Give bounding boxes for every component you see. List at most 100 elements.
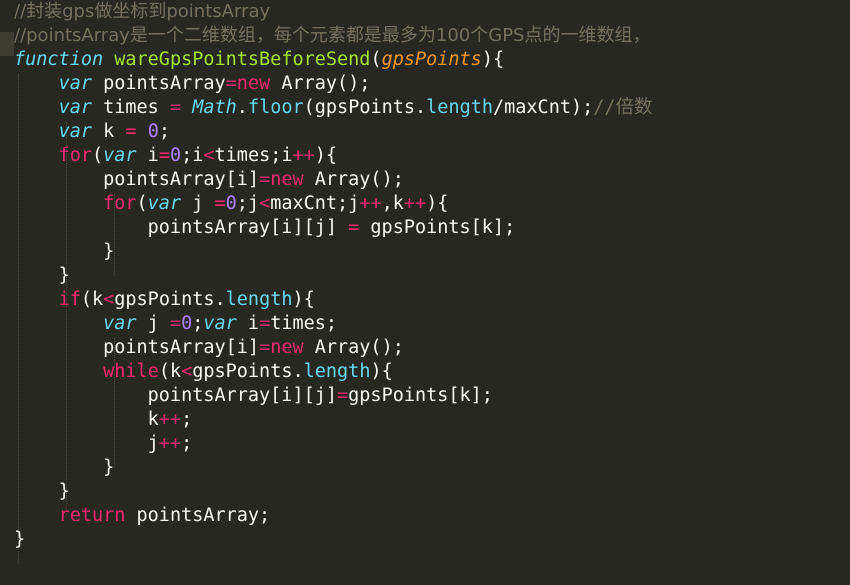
code-token-op: < [259, 193, 271, 214]
code-token-comment: //封装gps做坐标到pointsArray [14, 1, 271, 22]
code-line[interactable]: } [14, 240, 850, 264]
code-token-op: = [169, 97, 182, 118]
code-token-storage: var [103, 313, 137, 334]
code-token-keyword: for [58, 145, 92, 166]
code-token-plain: times [91, 97, 170, 118]
code-token-plain: k [91, 121, 126, 142]
code-token-plain: times;i [214, 145, 293, 166]
code-line[interactable]: while(k<gpsPoints.length){ [14, 360, 850, 384]
code-line[interactable]: j++; [14, 432, 850, 456]
code-token-number: 0 [147, 121, 159, 142]
code-token-op: = [337, 385, 349, 406]
code-token-prop: length [225, 289, 293, 310]
code-token-plain: pointsArray[i] [103, 337, 260, 358]
code-token-number: 0 [181, 313, 193, 334]
code-token-op: = [214, 193, 226, 214]
code-token-plain: . [236, 97, 248, 118]
code-token-op: = [259, 313, 271, 334]
code-line[interactable]: } [14, 456, 850, 480]
editor-gutter[interactable] [0, 0, 14, 585]
gutter-line-marker[interactable] [0, 32, 14, 56]
code-token-plain: } [103, 457, 115, 478]
code-line[interactable]: var j =0;var i=times; [14, 312, 850, 336]
code-line[interactable]: if(k<gpsPoints.length){ [14, 288, 850, 312]
code-line[interactable]: var k = 0; [14, 120, 850, 144]
code-line[interactable]: var times = Math.floor(gpsPoints.length/… [14, 96, 850, 120]
code-token-entity: wareGpsPointsBeforeSend [114, 49, 371, 70]
code-token-storage: var [58, 73, 92, 94]
code-token-op: ++ [403, 193, 427, 214]
code-token-plain: gpsPoints[k]; [348, 385, 493, 406]
code-line[interactable]: } [14, 480, 850, 504]
code-token-op: = [225, 73, 237, 94]
code-token-plain: gpsPoints. [192, 361, 304, 382]
code-token-plain: ;j [236, 193, 260, 214]
code-token-plain: times; [270, 313, 338, 334]
code-line[interactable]: } [14, 264, 850, 288]
code-line[interactable]: //pointsArray是一个二维数组，每个元素都是最多为100个GPS点的一… [14, 24, 850, 48]
code-token-plain: ;i [181, 145, 204, 166]
code-token-plain: ( [91, 145, 104, 166]
code-token-op: < [103, 289, 115, 310]
code-line[interactable]: pointsArray[i]=new Array(); [14, 336, 850, 360]
code-line[interactable]: //封装gps做坐标到pointsArray [14, 0, 850, 24]
source-code-block[interactable]: //封装gps做坐标到pointsArray //pointsArray是一个二维… [14, 0, 850, 552]
code-token-plain: j [136, 313, 170, 334]
code-token-plain: (k [80, 289, 104, 310]
code-token-plain: Array(); [303, 169, 404, 190]
code-token-plain: pointsArray[i][j] [147, 217, 349, 238]
code-line[interactable]: return pointsArray; [14, 504, 850, 528]
code-token-plain: pointsArray[i][j] [147, 385, 338, 406]
code-token-op: = [348, 217, 360, 238]
code-token-keyword: for [103, 193, 137, 214]
code-token-keyword: new [236, 73, 271, 94]
code-line[interactable]: for(var j =0;j<maxCnt;j++,k++){ [14, 192, 850, 216]
code-line[interactable]: } [14, 528, 850, 552]
code-token-plain: } [58, 481, 70, 502]
code-token-op: = [158, 145, 170, 166]
code-token-plain: ; [181, 409, 193, 430]
code-line[interactable]: k++; [14, 408, 850, 432]
code-token-plain: ; [192, 313, 204, 334]
code-line[interactable]: var pointsArray=new Array(); [14, 72, 850, 96]
code-token-prop: length [426, 97, 493, 118]
code-token-storage: var [147, 193, 182, 214]
code-line[interactable]: pointsArray[i][j] = gpsPoints[k]; [14, 216, 850, 240]
code-token-plain: maxCnt;j [270, 193, 360, 214]
code-line[interactable]: function wareGpsPointsBeforeSend(gpsPoin… [14, 48, 850, 72]
code-token-param: gpsPoints [381, 49, 482, 70]
code-token-op: ++ [158, 433, 182, 454]
code-token-plain: } [103, 241, 115, 262]
code-token-plain: pointsArray; [125, 505, 271, 526]
code-token-op: ++ [292, 145, 315, 166]
code-line[interactable]: pointsArray[i][j]=gpsPoints[k]; [14, 384, 850, 408]
code-token-plain: ){ [481, 49, 505, 70]
code-token-op: = [125, 121, 137, 142]
code-token-op: = [169, 313, 182, 334]
code-editor-viewport[interactable]: //封装gps做坐标到pointsArray //pointsArray是一个二维… [0, 0, 850, 585]
code-token-plain: pointsArray [91, 73, 226, 94]
code-token-plain: (k [158, 361, 182, 382]
code-token-plain: i [136, 145, 159, 166]
code-token-plain: ; [158, 121, 170, 142]
code-token-op: = [259, 337, 271, 358]
code-token-op: ++ [158, 409, 182, 430]
code-line[interactable]: for(var i=0;i<times;i++){ [14, 144, 850, 168]
code-token-plain: k [147, 409, 159, 430]
code-line[interactable]: pointsArray[i]=new Array(); [14, 168, 850, 192]
code-token-storage: function [14, 49, 104, 70]
code-token-plain: } [58, 265, 70, 286]
